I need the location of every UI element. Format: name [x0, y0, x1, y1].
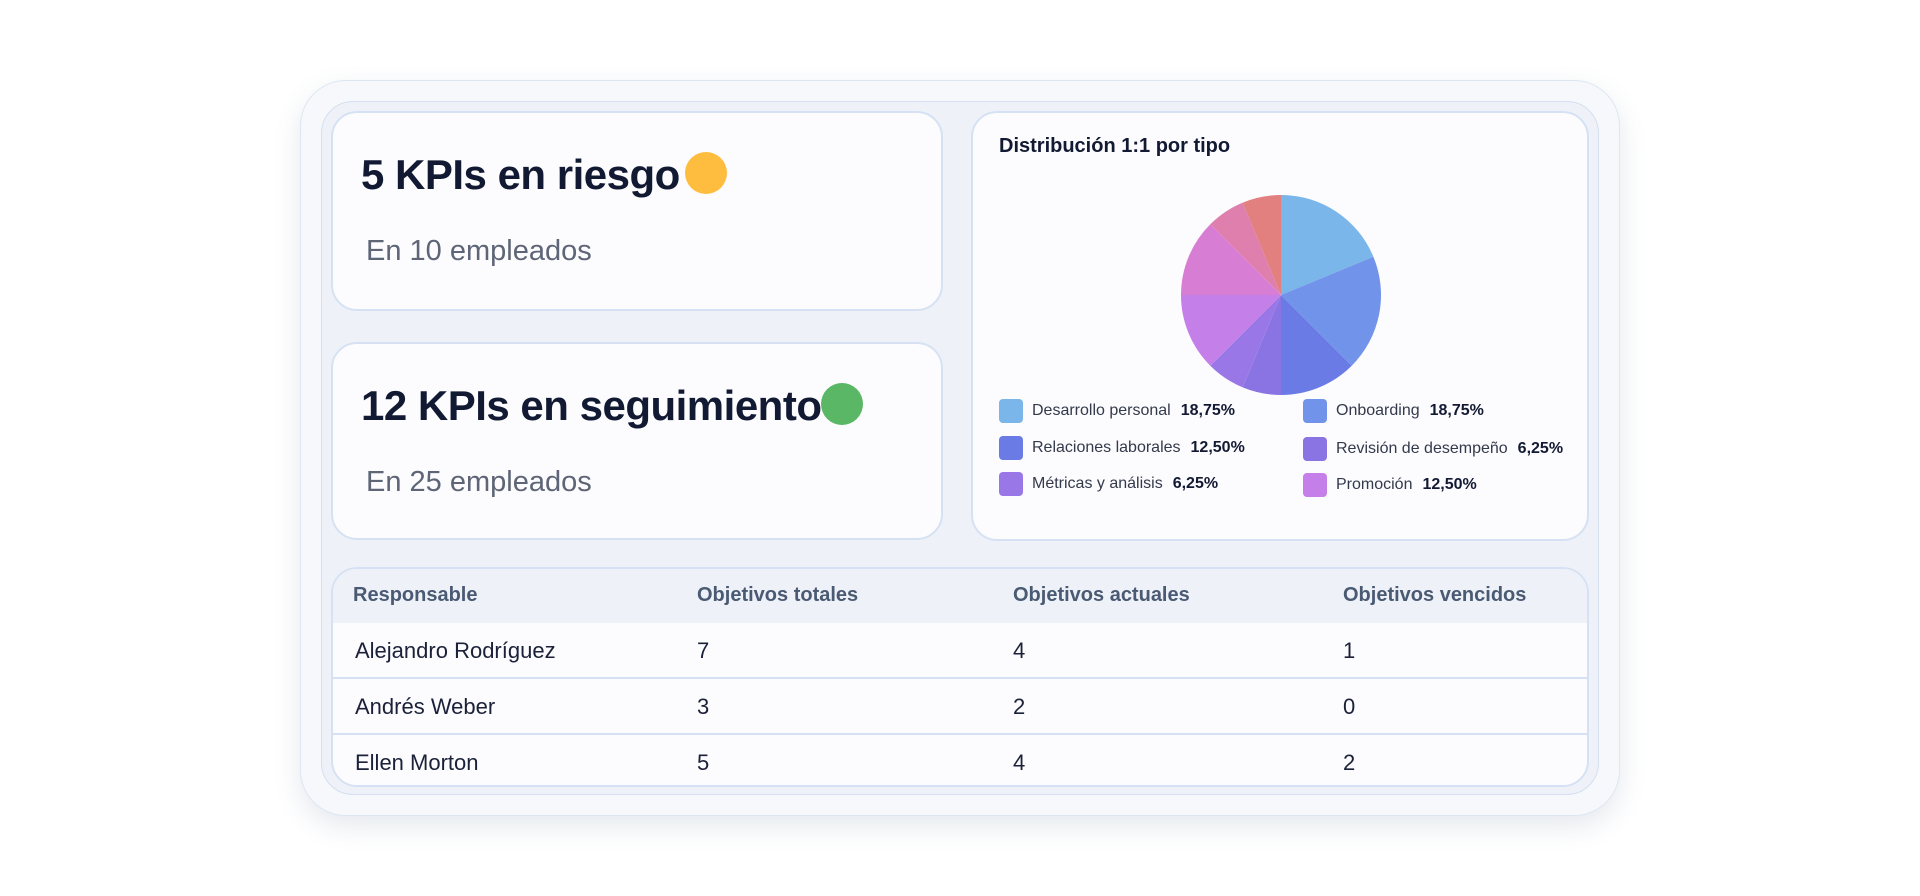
legend-label: Revisión de desempeño	[1336, 440, 1508, 457]
dashboard-frame: 5 KPIs en riesgo En 10 empleados 12 KPIs…	[300, 80, 1620, 816]
legend-item-relaciones-laborales[interactable]: Relaciones laborales 12,50%	[999, 435, 1245, 461]
cell-objetivos-actuales: 2	[1013, 694, 1026, 719]
legend-value: 6,25%	[1172, 475, 1219, 492]
legend-item-revision-desempeno[interactable]: Revisión de desempeño 6,25%	[1303, 436, 1563, 462]
cell-objetivos-totales: 7	[697, 638, 710, 663]
legend-item-metricas-analisis[interactable]: Métricas y análisis 6,25%	[999, 471, 1218, 497]
legend-swatch	[999, 399, 1023, 423]
cell-objetivos-actuales: 4	[1013, 750, 1026, 775]
legend-label: Promoción	[1336, 476, 1413, 493]
kpi-tracking-subtitle: En 25 empleados	[366, 466, 592, 498]
legend-label: Relaciones laborales	[1032, 439, 1181, 456]
legend-swatch	[1303, 437, 1327, 461]
legend-label: Desarrollo personal	[1032, 402, 1171, 419]
legend-swatch	[1303, 473, 1327, 497]
legend-value: 12,50%	[1190, 439, 1245, 456]
legend-label: Métricas y análisis	[1032, 475, 1163, 492]
table-row[interactable]: Alejandro Rodríguez 7 4 1	[333, 623, 1587, 679]
pie-chart-card: Distribución 1:1 por tipo Desarrollo per…	[971, 111, 1589, 541]
legend-value: 6,25%	[1517, 440, 1564, 457]
legend-item-promocion[interactable]: Promoción 12,50%	[1303, 472, 1477, 498]
legend-swatch	[999, 436, 1023, 460]
cell-responsable: Alejandro Rodríguez	[355, 638, 556, 663]
cell-objetivos-actuales: 4	[1013, 638, 1026, 663]
chart-title: Distribución 1:1 por tipo	[999, 135, 1231, 157]
table-row[interactable]: Ellen Morton 5 4 2	[333, 735, 1587, 785]
column-header-objetivos-actuales[interactable]: Objetivos actuales	[1013, 584, 1190, 607]
cell-responsable: Andrés Weber	[355, 694, 496, 719]
legend-item-onboarding[interactable]: Onboarding 18,75%	[1303, 398, 1484, 424]
cell-objetivos-totales: 3	[697, 694, 710, 719]
legend-swatch	[999, 472, 1023, 496]
legend-swatch	[1303, 399, 1327, 423]
legend-label: Onboarding	[1336, 402, 1420, 419]
pie-chart	[1181, 195, 1381, 395]
ok-status-dot-icon	[821, 383, 863, 425]
cell-objetivos-vencidos: 1	[1343, 638, 1356, 663]
kpi-at-risk-card[interactable]: 5 KPIs en riesgo En 10 empleados	[331, 111, 943, 311]
table-row[interactable]: Andrés Weber 3 2 0	[333, 679, 1587, 735]
column-header-objetivos-vencidos[interactable]: Objetivos vencidos	[1343, 584, 1526, 607]
kpi-at-risk-title: 5 KPIs en riesgo	[361, 151, 680, 198]
column-header-objetivos-totales[interactable]: Objetivos totales	[697, 584, 858, 607]
table-header: Responsable Objetivos totales Objetivos …	[333, 569, 1587, 625]
legend-value: 12,50%	[1422, 476, 1477, 493]
legend-value: 18,75%	[1180, 402, 1235, 419]
legend-value: 18,75%	[1429, 402, 1484, 419]
kpi-at-risk-subtitle: En 10 empleados	[366, 235, 592, 267]
cell-responsable: Ellen Morton	[355, 750, 479, 775]
kpi-tracking-card[interactable]: 12 KPIs en seguimiento En 25 empleados	[331, 342, 943, 540]
dashboard-panel: 5 KPIs en riesgo En 10 empleados 12 KPIs…	[321, 101, 1599, 795]
objectives-table: Responsable Objetivos totales Objetivos …	[331, 567, 1589, 787]
column-header-responsable[interactable]: Responsable	[353, 584, 477, 607]
warning-status-dot-icon	[685, 152, 727, 194]
cell-objetivos-vencidos: 2	[1343, 750, 1356, 775]
legend-item-desarrollo-personal[interactable]: Desarrollo personal 18,75%	[999, 398, 1235, 424]
kpi-tracking-title: 12 KPIs en seguimiento	[361, 382, 822, 429]
cell-objetivos-vencidos: 0	[1343, 694, 1356, 719]
cell-objetivos-totales: 5	[697, 750, 710, 775]
